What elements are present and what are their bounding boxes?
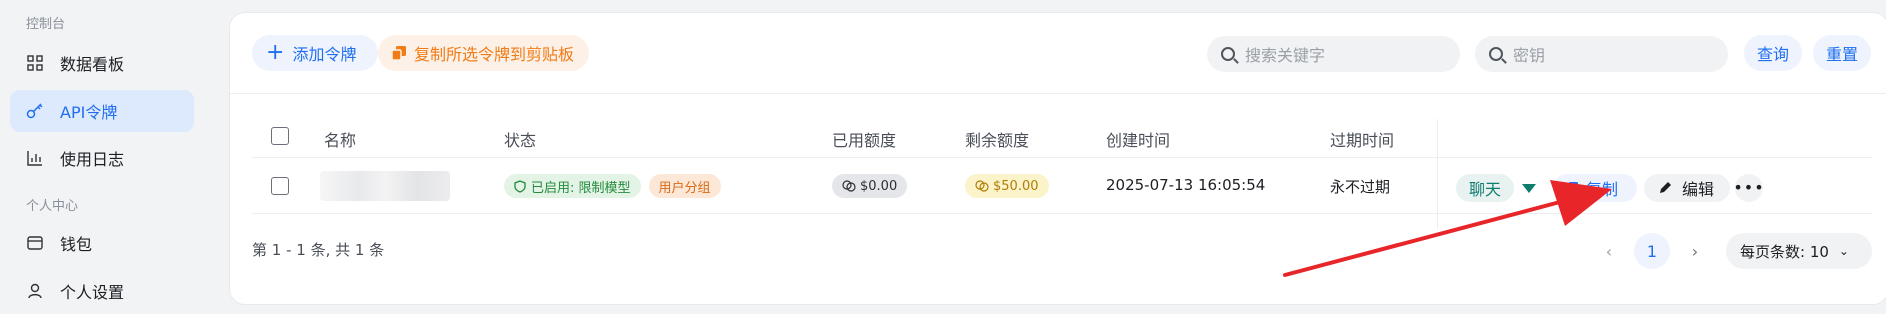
arrow-shaft [1283,196,1577,277]
arrow-head [1550,180,1612,226]
annotation-arrow [1283,180,1612,277]
